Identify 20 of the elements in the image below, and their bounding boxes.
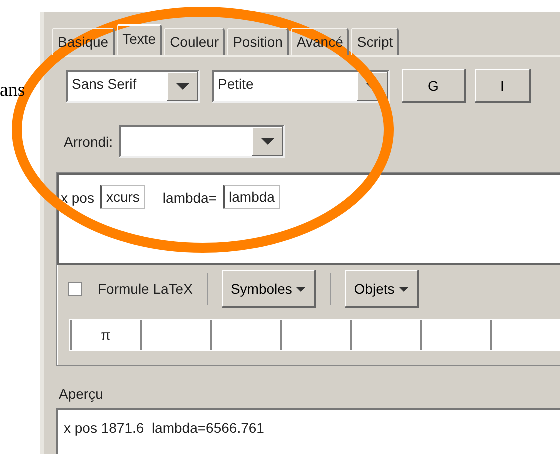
font-dropdown[interactable]: Sans Serif xyxy=(66,70,200,102)
tab[interactable]: Script xyxy=(351,28,400,55)
menu-button[interactable]: Objets xyxy=(345,270,419,308)
latex-label: Formule LaTeX xyxy=(98,281,193,297)
tab[interactable]: Texte xyxy=(116,24,162,55)
menu-button[interactable]: Symboles xyxy=(222,270,316,308)
latex-checkbox[interactable] xyxy=(68,282,82,296)
preview-text: x pos 1871.6 lambda=6566.761 xyxy=(64,420,264,436)
tab[interactable]: Position xyxy=(227,28,289,55)
style-button[interactable]: I xyxy=(475,69,531,103)
size-dropdown[interactable]: Petite xyxy=(212,70,390,102)
object-field[interactable]: xcurs xyxy=(100,185,145,209)
rounding-dropdown[interactable] xyxy=(119,125,286,158)
preview-title: Aperçu xyxy=(58,386,104,402)
tab[interactable]: Couleur xyxy=(164,28,226,55)
rounding-label: Arrondi: xyxy=(64,134,114,150)
editor-text: lambda= xyxy=(162,189,218,206)
symbol-cell[interactable]: π xyxy=(70,320,140,350)
style-button[interactable]: G xyxy=(402,69,466,103)
object-field[interactable]: lambda xyxy=(223,185,280,209)
